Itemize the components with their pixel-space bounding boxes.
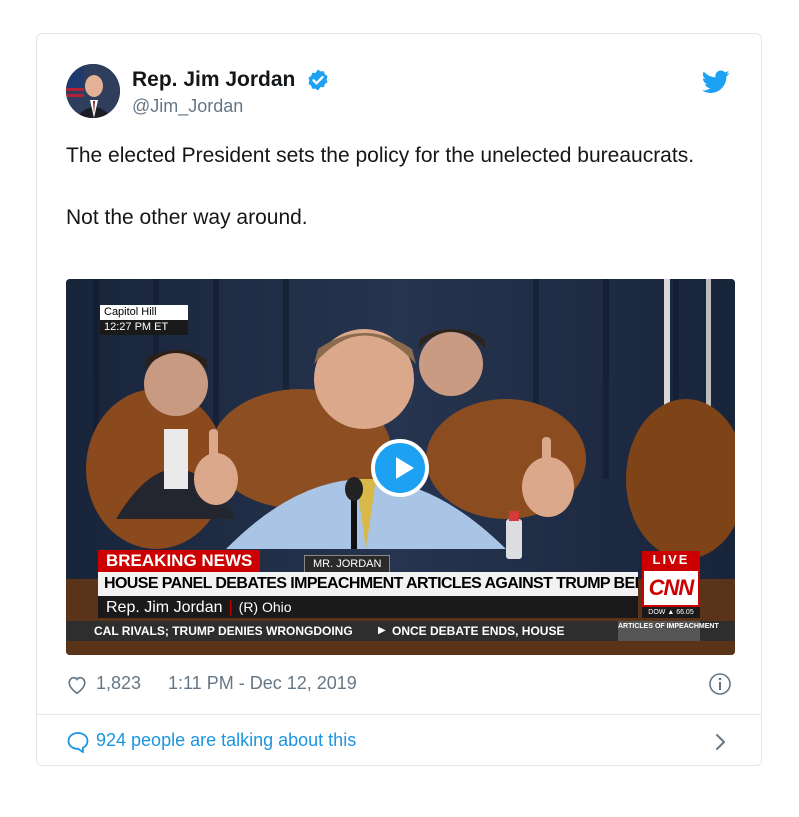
ticker-badge: ARTICLES OF IMPEACHMENT	[618, 621, 719, 641]
heart-icon[interactable]	[66, 674, 88, 696]
speaker-name: Rep. Jim Jordan	[106, 599, 223, 616]
ticker-arrow-icon: ▶	[378, 625, 386, 636]
headline-bar: HOUSE PANEL DEBATES IMPEACHMENT ARTICLES…	[98, 572, 638, 596]
play-button[interactable]	[371, 439, 429, 497]
ticker-text-right: ONCE DEBATE ENDS, HOUSE	[392, 624, 565, 638]
handle[interactable]: @Jim_Jordan	[132, 95, 330, 117]
reply-bubble-icon	[67, 732, 89, 753]
location-label: Capitol Hill	[100, 305, 188, 320]
twitter-bird-icon[interactable]	[702, 70, 730, 94]
tweet-text-line-2: Not the other way around.	[66, 206, 308, 229]
footer-divider	[37, 714, 761, 715]
timestamp-link[interactable]: 1:11 PM - Dec 12, 2019	[168, 673, 357, 694]
tweet-meta: 1,823 1:11 PM - Dec 12, 2019	[66, 672, 732, 698]
news-ticker: CAL RIVALS; TRUMP DENIES WRONGDOING ▶ ON…	[66, 621, 735, 641]
time-label: 12:27 PM ET	[100, 320, 188, 335]
conversation-link[interactable]: 924 people are talking about this	[66, 728, 732, 756]
author-block[interactable]: Rep. Jim Jordan @Jim_Jordan	[132, 67, 330, 117]
live-badge: LIVE	[642, 551, 700, 569]
like-count[interactable]: 1,823	[96, 673, 141, 694]
chevron-right-icon[interactable]	[714, 732, 728, 752]
talking-count-link[interactable]: 924 people are talking about this	[96, 730, 356, 751]
dow-ticker: DOW ▲ 66.05	[642, 607, 700, 618]
info-icon[interactable]	[708, 672, 732, 696]
tweet-header: Rep. Jim Jordan @Jim_Jordan	[66, 64, 732, 120]
location-overlay: Capitol Hill 12:27 PM ET	[100, 305, 188, 335]
verified-badge-icon	[308, 69, 328, 91]
video-thumbnail[interactable]: Capitol Hill 12:27 PM ET BREAKING NEWS M…	[66, 279, 735, 655]
tweet-text: The elected President sets the policy fo…	[66, 140, 726, 233]
speaker-bar: Rep. Jim Jordan | (R) Ohio	[98, 596, 638, 618]
embedded-tweet-card[interactable]: Rep. Jim Jordan @Jim_Jordan The elected …	[36, 33, 762, 766]
avatar[interactable]	[66, 64, 120, 118]
tweet-text-line-1: The elected President sets the policy fo…	[66, 144, 695, 167]
ticker-text-left: CAL RIVALS; TRUMP DENIES WRONGDOING	[94, 624, 353, 638]
breaking-news-label: BREAKING NEWS	[98, 550, 261, 572]
network-logo: CNN	[642, 569, 700, 607]
speaker-party: (R) Ohio	[238, 599, 292, 615]
display-name[interactable]: Rep. Jim Jordan	[132, 67, 295, 93]
